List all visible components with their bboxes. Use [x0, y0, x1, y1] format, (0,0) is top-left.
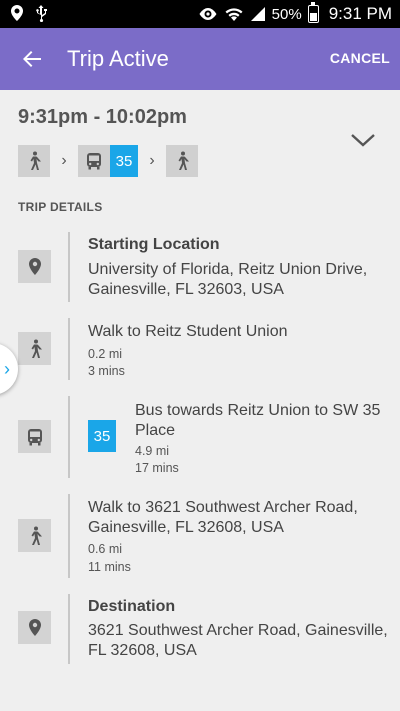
app-bar: Trip Active CANCEL: [0, 28, 400, 90]
step-duration: 17 mins: [135, 461, 179, 475]
step-icon-box: [18, 420, 51, 453]
chevron-right-icon: ›: [61, 152, 67, 169]
step-divider: [68, 494, 70, 578]
step-duration: 3 mins: [88, 364, 125, 378]
battery-percent: 50%: [271, 5, 302, 23]
cancel-button[interactable]: CANCEL: [330, 50, 390, 66]
step-destination[interactable]: Destination 3621 Southwest Archer Road, …: [0, 594, 400, 664]
step-icon-box: [18, 250, 51, 283]
step-address: University of Florida, Reitz Union Drive…: [88, 261, 368, 298]
step-distance: 4.9 mi: [135, 444, 170, 458]
step-divider: [68, 318, 70, 380]
usb-icon: [36, 5, 47, 22]
route-badge: 35: [110, 145, 138, 177]
walk-icon: [30, 151, 41, 170]
step-divider: [68, 396, 70, 478]
step-icon-box: [18, 611, 51, 644]
step-title: Starting Location: [88, 236, 220, 253]
step-title: Walk to Reitz Student Union: [88, 323, 288, 340]
walk-icon: [178, 151, 189, 170]
expand-button[interactable]: [350, 132, 378, 152]
chevron-right-icon: ›: [4, 358, 10, 379]
walk-icon: [31, 339, 42, 358]
bus-icon: [87, 153, 101, 170]
step-starting-location[interactable]: Starting Location University of Florida,…: [0, 232, 400, 302]
step-icon-box: [18, 519, 51, 552]
chevron-right-icon: ›: [149, 152, 155, 169]
status-bar: 50% 9:31 PM: [0, 0, 400, 28]
step-title: Bus towards Reitz Union to SW 35 Place: [135, 402, 381, 439]
step-icon-box: [18, 332, 51, 365]
status-time: 9:31 PM: [328, 4, 392, 23]
step-distance: 0.2 mi: [88, 347, 123, 361]
summary-walk: [166, 145, 198, 177]
trip-details-heading: TRIP DETAILS: [18, 200, 103, 214]
page-title: Trip Active: [67, 46, 169, 71]
trip-summary: › 35 ›: [18, 145, 198, 177]
route-badge: 35: [88, 420, 116, 452]
step-address: 3621 Southwest Archer Road, Gainesville,…: [88, 622, 388, 659]
step-divider: [68, 232, 70, 302]
step-bus[interactable]: 35 Bus towards Reitz Union to SW 35 Plac…: [0, 396, 400, 478]
trip-time-range: 9:31pm - 10:02pm: [18, 106, 187, 128]
step-walk-2[interactable]: Walk to 3621 Southwest Archer Road, Gain…: [0, 494, 400, 578]
summary-walk: [18, 145, 50, 177]
status-left-icons: [10, 4, 48, 22]
summary-bus: [78, 145, 110, 177]
wifi-icon: [225, 8, 243, 21]
step-duration: 11 mins: [88, 560, 131, 574]
battery-icon: [307, 2, 319, 23]
step-walk-1[interactable]: Walk to Reitz Student Union 0.2 mi 3 min…: [0, 318, 400, 380]
step-title: Walk to 3621 Southwest Archer Road, Gain…: [88, 499, 358, 536]
chevron-down-icon: [351, 134, 375, 147]
eye-icon: [199, 8, 217, 20]
step-divider: [68, 594, 70, 664]
walk-icon: [31, 526, 42, 545]
back-button[interactable]: [12, 43, 52, 75]
back-arrow-icon: [23, 51, 41, 67]
location-pin-icon: [11, 5, 23, 21]
location-pin-icon: [28, 619, 41, 636]
step-title: Destination: [88, 598, 176, 615]
location-pin-icon: [28, 258, 41, 275]
status-right-icons: 50% 9:31 PM: [198, 2, 392, 24]
signal-icon: [250, 7, 265, 21]
bus-icon: [27, 428, 42, 445]
step-distance: 0.6 mi: [88, 542, 123, 556]
